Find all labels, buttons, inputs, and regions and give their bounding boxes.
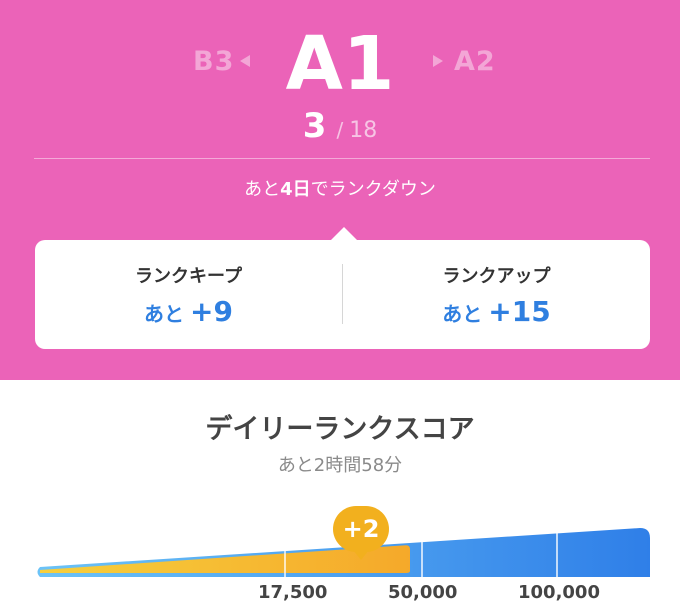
rank-up-prefix: あと <box>442 302 483 326</box>
rank-keep-label: ランクキープ <box>135 266 242 287</box>
score-gain-badge-tail <box>353 550 369 560</box>
header-divider <box>34 158 650 159</box>
rank-keep-value: あと +9 <box>35 292 342 336</box>
next-rank[interactable]: A2 <box>454 46 496 77</box>
rank-keep-number: +9 <box>190 295 233 328</box>
daily-time-left: あと2時間58分 <box>277 455 403 476</box>
countdown-prefix: あと <box>244 179 281 200</box>
countdown-suffix: でランクダウン <box>310 179 436 200</box>
rank-target-card: ランクキープ あと +9 ランクアップ あと +15 <box>35 240 650 349</box>
position-separator: / <box>336 118 344 142</box>
rank-keep-panel: ランクキープ あと +9 <box>35 240 342 349</box>
rank-position: 3 /18 <box>0 106 680 152</box>
daily-score-title: デイリーランクスコア <box>205 414 475 445</box>
gauge-tick-label-1: 17,500 <box>258 582 328 603</box>
current-rank: A1 <box>285 21 395 107</box>
card-pointer <box>330 227 358 241</box>
rank-up-panel: ランクアップ あと +15 <box>343 240 650 349</box>
countdown-days: 4日 <box>280 179 311 200</box>
rank-header: B3 A1 A2 3/18 あと4日でランクダウン ランクキープ あと +9 ラン… <box>0 0 680 380</box>
score-gain-badge: +2 <box>333 506 389 552</box>
rank-up-label: ランクアップ <box>442 266 551 287</box>
position-number: 3 <box>302 106 327 146</box>
rank-keep-prefix: あと <box>144 302 185 326</box>
rank-up-number: +15 <box>488 295 551 328</box>
gauge-tick-label-2: 50,000 <box>388 582 458 603</box>
rank-down-countdown: あと4日でランクダウン <box>0 176 680 204</box>
gauge-tick-label-3: 100,000 <box>518 582 600 603</box>
next-rank-arrow-icon[interactable] <box>433 55 443 67</box>
position-total: 18 <box>349 118 378 143</box>
rank-up-value: あと +15 <box>343 292 650 336</box>
